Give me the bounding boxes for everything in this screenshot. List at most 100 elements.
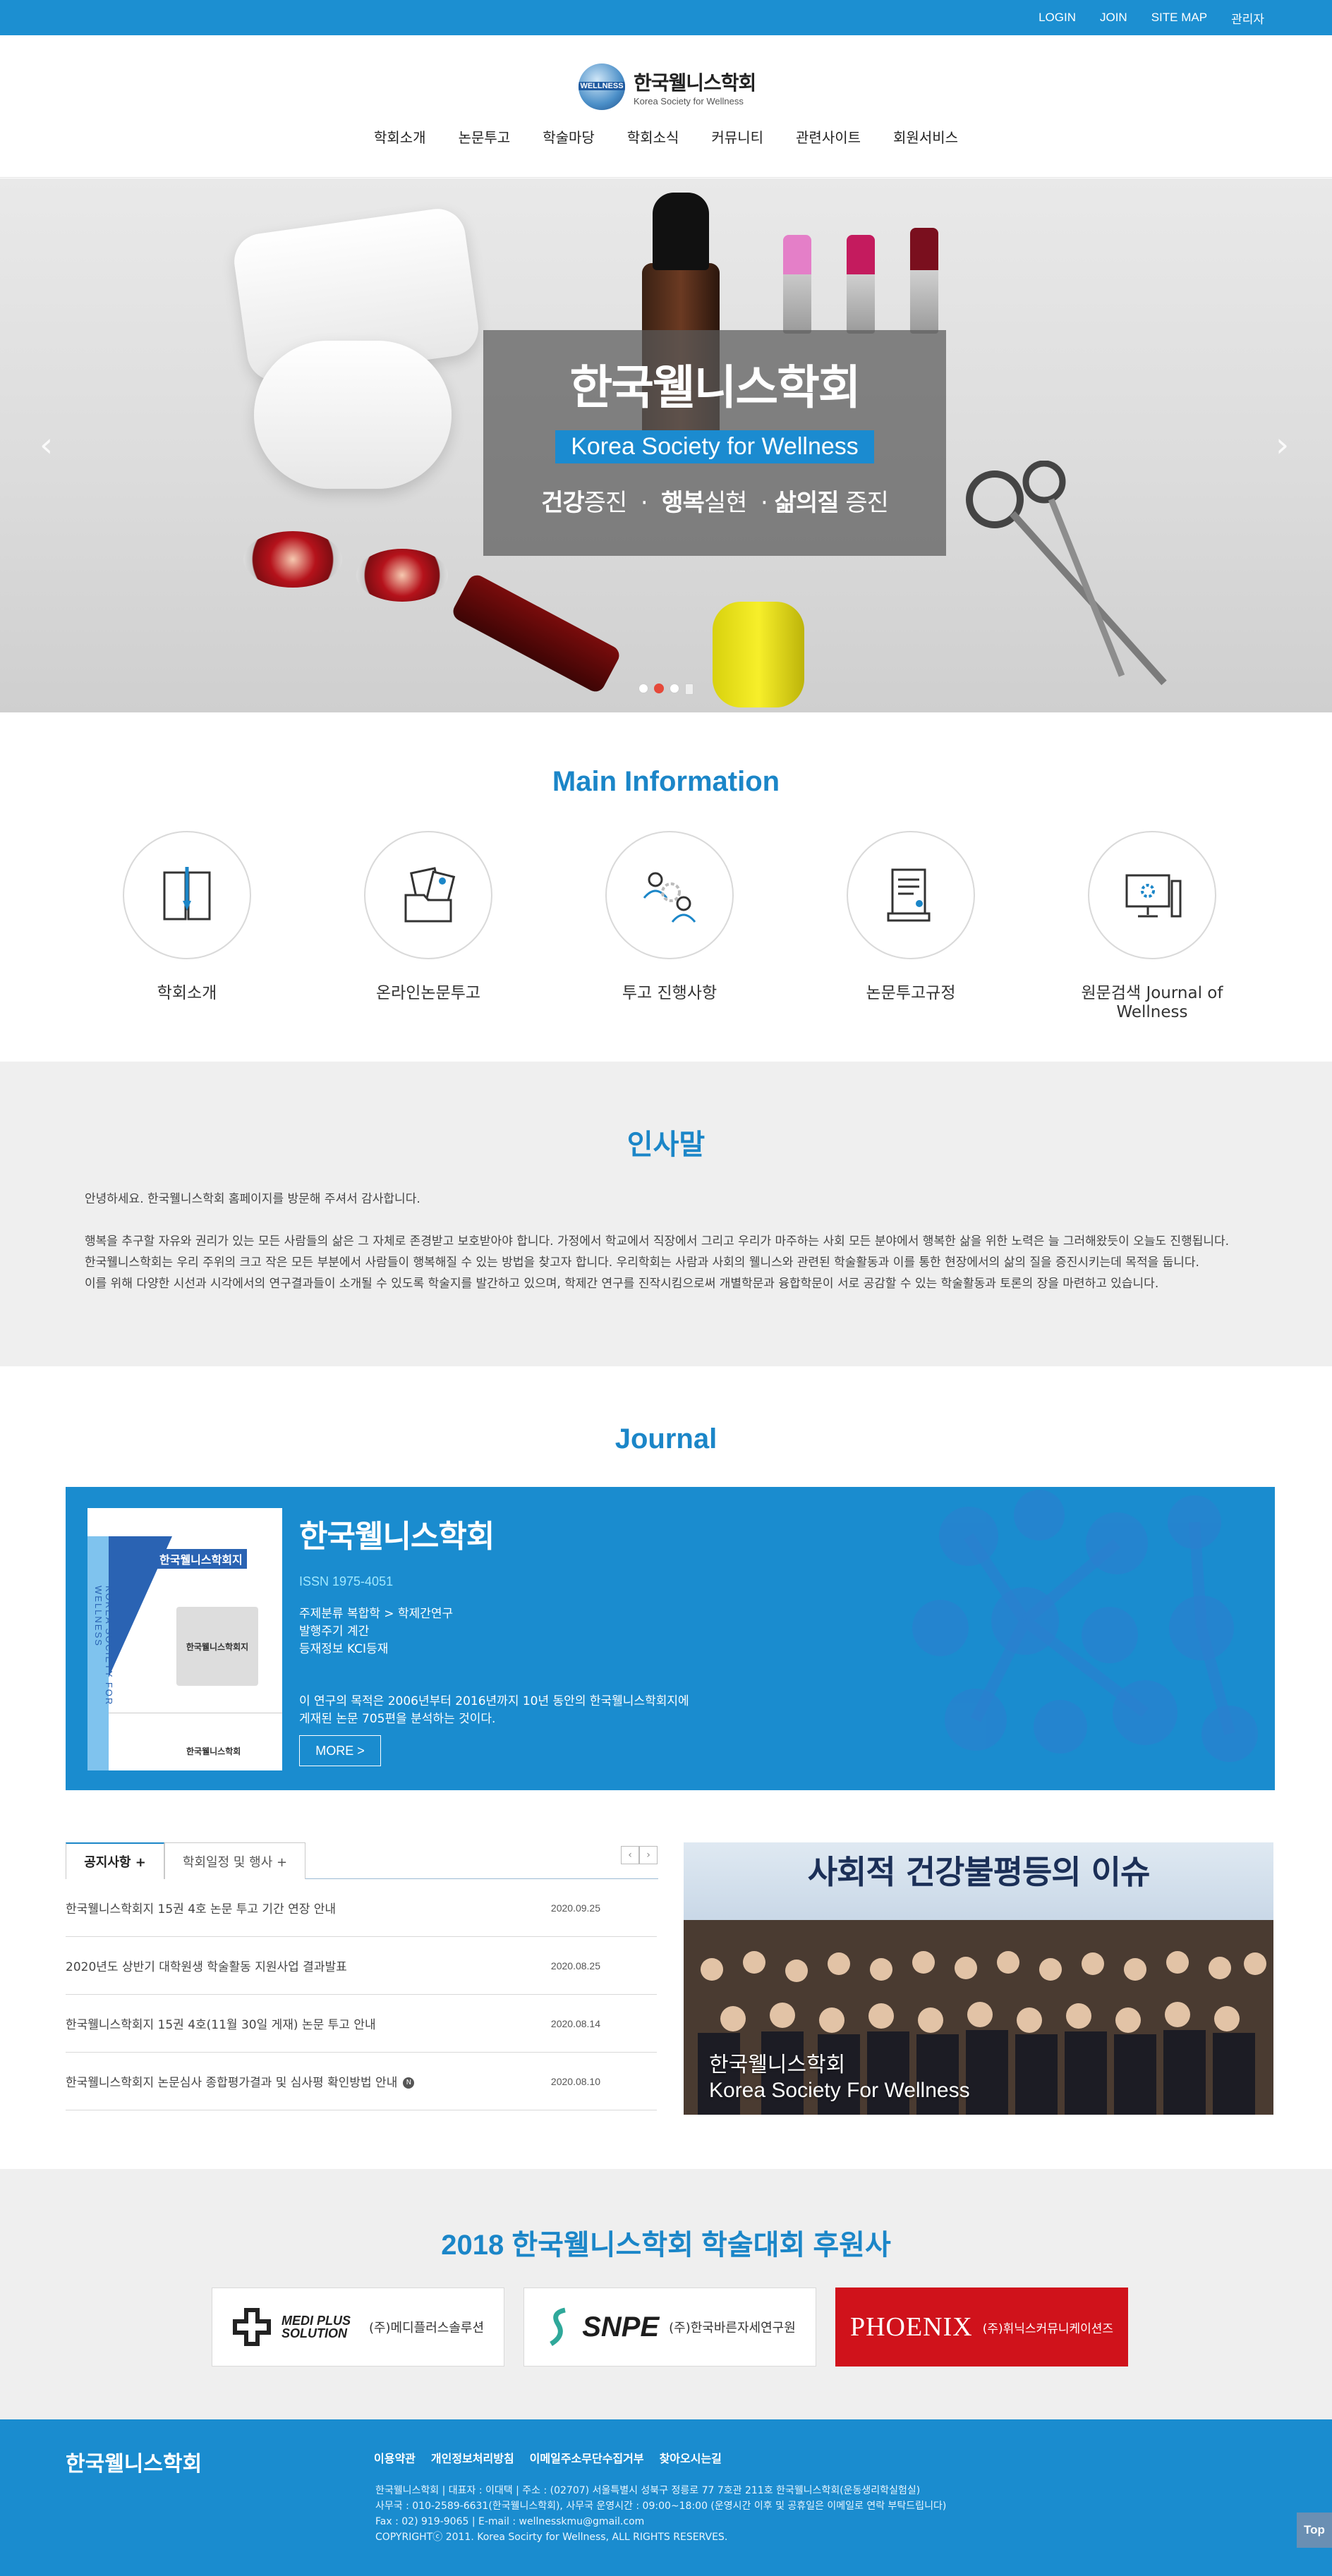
sponsor-logo-text: SNPE [582, 2311, 660, 2343]
nav-member-service[interactable]: 회원서비스 [877, 127, 974, 148]
quick-link-online-submission[interactable]: 온라인논문투고 [322, 831, 534, 1003]
slider-next-icon[interactable]: › [1276, 425, 1289, 465]
quick-link-label: 학회소개 [157, 984, 217, 1002]
nail-polish-image [713, 602, 804, 707]
slider-pause-icon[interactable] [685, 684, 694, 695]
notice-row[interactable]: 한국웰니스학회지 논문심사 종합평가결과 및 심사평 확인방법 안내 N 2020… [66, 2053, 657, 2110]
hero-slider: 한국웰니스학회 Korea Society for Wellness 건강증진 … [0, 178, 1332, 712]
people-gear-icon [605, 831, 734, 959]
nail-polish-image [449, 571, 623, 695]
email-refusal-link[interactable]: 이메일주소무단수집거부 [530, 2449, 644, 2466]
notice-prev-icon[interactable]: ‹ [621, 1846, 639, 1864]
notice-title: 2020년도 상반기 대학원생 학술활동 지원사업 결과발표 [66, 1960, 347, 1974]
conference-photo[interactable]: 사회적 건강불평등의 이슈 한국웰니스학회 Korea Society For … [684, 1842, 1273, 2115]
lipstick-image [847, 235, 875, 334]
journal-more-button[interactable]: MORE > [299, 1735, 381, 1766]
journal-desc-line: 게재된 논문 705편을 분석하는 것이다. [299, 1712, 496, 1726]
greeting-paragraph: 한국웰니스학회는 우리 주위의 크고 작은 모든 부분에서 사람들이 행복해질 … [85, 1256, 1199, 1270]
quick-link-progress[interactable]: 투고 진행사항 [564, 831, 775, 1003]
notice-next-icon[interactable]: › [639, 1846, 658, 1864]
notice-row[interactable]: 한국웰니스학회지 15권 4호 논문 투고 기간 연장 안내 2020.09.2… [66, 1879, 657, 1937]
logo-name: 한국웰니스학회 [634, 71, 756, 95]
tab-events[interactable]: 학회일정 및 행사 + [164, 1842, 305, 1879]
journal-info-line: 등재정보 KCI등재 [299, 1642, 389, 1656]
directions-link[interactable]: 찾아오시는길 [660, 2449, 722, 2466]
cover-footer [109, 1713, 282, 1770]
logo-badge-text: WELLNESS [579, 82, 625, 90]
site-logo[interactable]: WELLNESS 한국웰니스학회 Korea Society for Welln… [579, 62, 762, 111]
footer-links: 이용약관 개인정보처리방침 이메일주소무단수집거부 찾아오시는길 [374, 2449, 722, 2466]
tab-notice[interactable]: 공지사항 + [66, 1842, 164, 1879]
privacy-policy-link[interactable]: 개인정보처리방침 [431, 2449, 514, 2466]
notice-tabs: 공지사항 + 학회일정 및 행사 + [66, 1842, 658, 1879]
sponsor-logo-text: PHOENIX [849, 2312, 973, 2342]
slider-dot-active[interactable] [654, 684, 664, 693]
quick-link-label: 논문투고규정 [866, 984, 956, 1002]
nav-community[interactable]: 커뮤니티 [695, 127, 780, 148]
greeting-section: 인사말 안녕하세요. 한국웰니스학회 홈페이지를 방문해 주셔서 감사합니다. … [0, 1062, 1332, 1366]
nav-about[interactable]: 학회소개 [358, 127, 442, 148]
greeting-paragraph: 안녕하세요. 한국웰니스학회 홈페이지를 방문해 주셔서 감사합니다. [85, 1192, 420, 1206]
notice-title: 한국웰니스학회지 15권 4호(11월 30일 게재) 논문 투고 안내 [66, 2018, 376, 2032]
hero-slogan: 건강증진 · 행복실현 · 삶의질 증진 [483, 483, 946, 518]
slider-dot[interactable] [670, 684, 679, 693]
lipstick-image [783, 235, 811, 334]
notice-row[interactable]: 한국웰니스학회지 15권 4호(11월 30일 게재) 논문 투고 안내 202… [66, 1995, 657, 2053]
folder-documents-icon [364, 831, 492, 959]
slogan-separator: · [761, 489, 768, 517]
journal-info-line: 주제분류 복합학 > 학제간연구 [299, 1607, 454, 1621]
nav-submission[interactable]: 논문투고 [442, 127, 527, 148]
hero-subtitle: Korea Society for Wellness [555, 430, 874, 463]
quick-link-journal-search[interactable]: 원문검색 Journal of Wellness [1046, 831, 1258, 1021]
hero-caption-box: 한국웰니스학회 Korea Society for Wellness 건강증진 … [483, 330, 946, 556]
nav-news[interactable]: 학회소식 [611, 127, 696, 148]
top-utility-bar: LOGIN JOIN SITE MAP 관리자 [0, 0, 1332, 35]
slogan-separator: · [640, 489, 648, 517]
notice-title: 한국웰니스학회지 논문심사 종합평가결과 및 심사평 확인방법 안내 [66, 2076, 398, 2090]
quick-link-label: 온라인논문투고 [375, 984, 481, 1002]
quick-link-about[interactable]: 학회소개 [81, 831, 293, 1003]
notice-row[interactable]: 2020년도 상반기 대학원생 학술활동 지원사업 결과발표 2020.08.2… [66, 1937, 657, 1995]
journal-description: 이 연구의 목적은 2006년부터 2016년까지 10년 동안의 한국웰니스학… [299, 1693, 689, 1728]
sponsor-mediplus[interactable]: MEDI PLUS SOLUTION (주)메디플러스솔루션 [212, 2288, 504, 2367]
footer-info-line: 사무국 : 010-2589-6631(한국웰니스학회), 사무국 운영시간 :… [375, 2501, 947, 2512]
login-link[interactable]: LOGIN [1039, 11, 1076, 25]
sponsor-phoenix[interactable]: PHOENIX (주)휘닉스커뮤니케이션즈 [835, 2288, 1128, 2367]
sponsor-name: (주)한국바른자세연구원 [669, 2321, 796, 2335]
quick-link-submission-rules[interactable]: 논문투고규정 [805, 831, 1017, 1003]
cover-emblem: 한국웰니스학회지 [176, 1607, 258, 1686]
slider-prev-icon[interactable]: ‹ [40, 425, 53, 465]
admin-link[interactable]: 관리자 [1231, 9, 1264, 27]
quick-link-label: 원문검색 Journal of Wellness [1081, 984, 1223, 1021]
slogan-word: 증진 [845, 489, 889, 517]
main-navigation: 학회소개 논문투고 학술마당 학회소식 커뮤니티 관련사이트 회원서비스 [0, 127, 1332, 148]
nav-academic[interactable]: 학술마당 [526, 127, 611, 148]
greeting-paragraph: 행복을 추구할 자유와 권리가 있는 모든 사람들의 삶은 그 자체로 존경받고… [85, 1234, 1230, 1248]
join-link[interactable]: JOIN [1100, 11, 1127, 25]
photo-caption-line: Korea Society For Wellness [709, 2079, 970, 2102]
journal-cover-image[interactable]: 한국웰니스학회지 한국웰니스학회지 KOREA SOCIETY FOR WELL… [87, 1508, 282, 1770]
main-information-title: Main Information [552, 766, 780, 797]
sitemap-link[interactable]: SITE MAP [1151, 11, 1207, 25]
computer-monitor-icon [1088, 831, 1216, 959]
globe-logo-icon: WELLNESS [579, 63, 625, 110]
greeting-body: 안녕하세요. 한국웰니스학회 홈페이지를 방문해 주셔서 감사합니다. 행복을 … [85, 1189, 1256, 1294]
terms-link[interactable]: 이용약관 [374, 2449, 416, 2466]
slider-dot[interactable] [638, 684, 648, 693]
greeting-paragraph: 이를 위해 다양한 시선과 시각에서의 연구결과들이 소개될 수 있도록 학술지… [85, 1277, 1159, 1291]
sponsor-name: (주)휘닉스커뮤니케이션즈 [982, 2321, 1114, 2336]
sponsor-snpe[interactable]: SNPE (주)한국바른자세연구원 [523, 2288, 816, 2367]
slogan-word: 실현 [703, 489, 748, 517]
journal-section-title: Journal [614, 1423, 718, 1454]
scroll-top-button[interactable]: Top [1297, 2513, 1332, 2548]
bottle-dropper-image [653, 193, 709, 270]
nav-related-sites[interactable]: 관련사이트 [780, 127, 877, 148]
lipstick-image [910, 228, 938, 334]
molecule-pattern-decoration [912, 1490, 1258, 1762]
footer-info-line: 한국웰니스학회 | 대표자 : 이대택 | 주소 : (02707) 서울특별시… [375, 2485, 921, 2496]
footer-info: 한국웰니스학회 | 대표자 : 이대택 | 주소 : (02707) 서울특별시… [375, 2483, 946, 2545]
notice-date: 2020.08.10 [550, 2075, 600, 2087]
towel-roll-image [254, 341, 452, 489]
mediplus-logo-icon [232, 2308, 271, 2346]
candle-image [243, 531, 342, 588]
